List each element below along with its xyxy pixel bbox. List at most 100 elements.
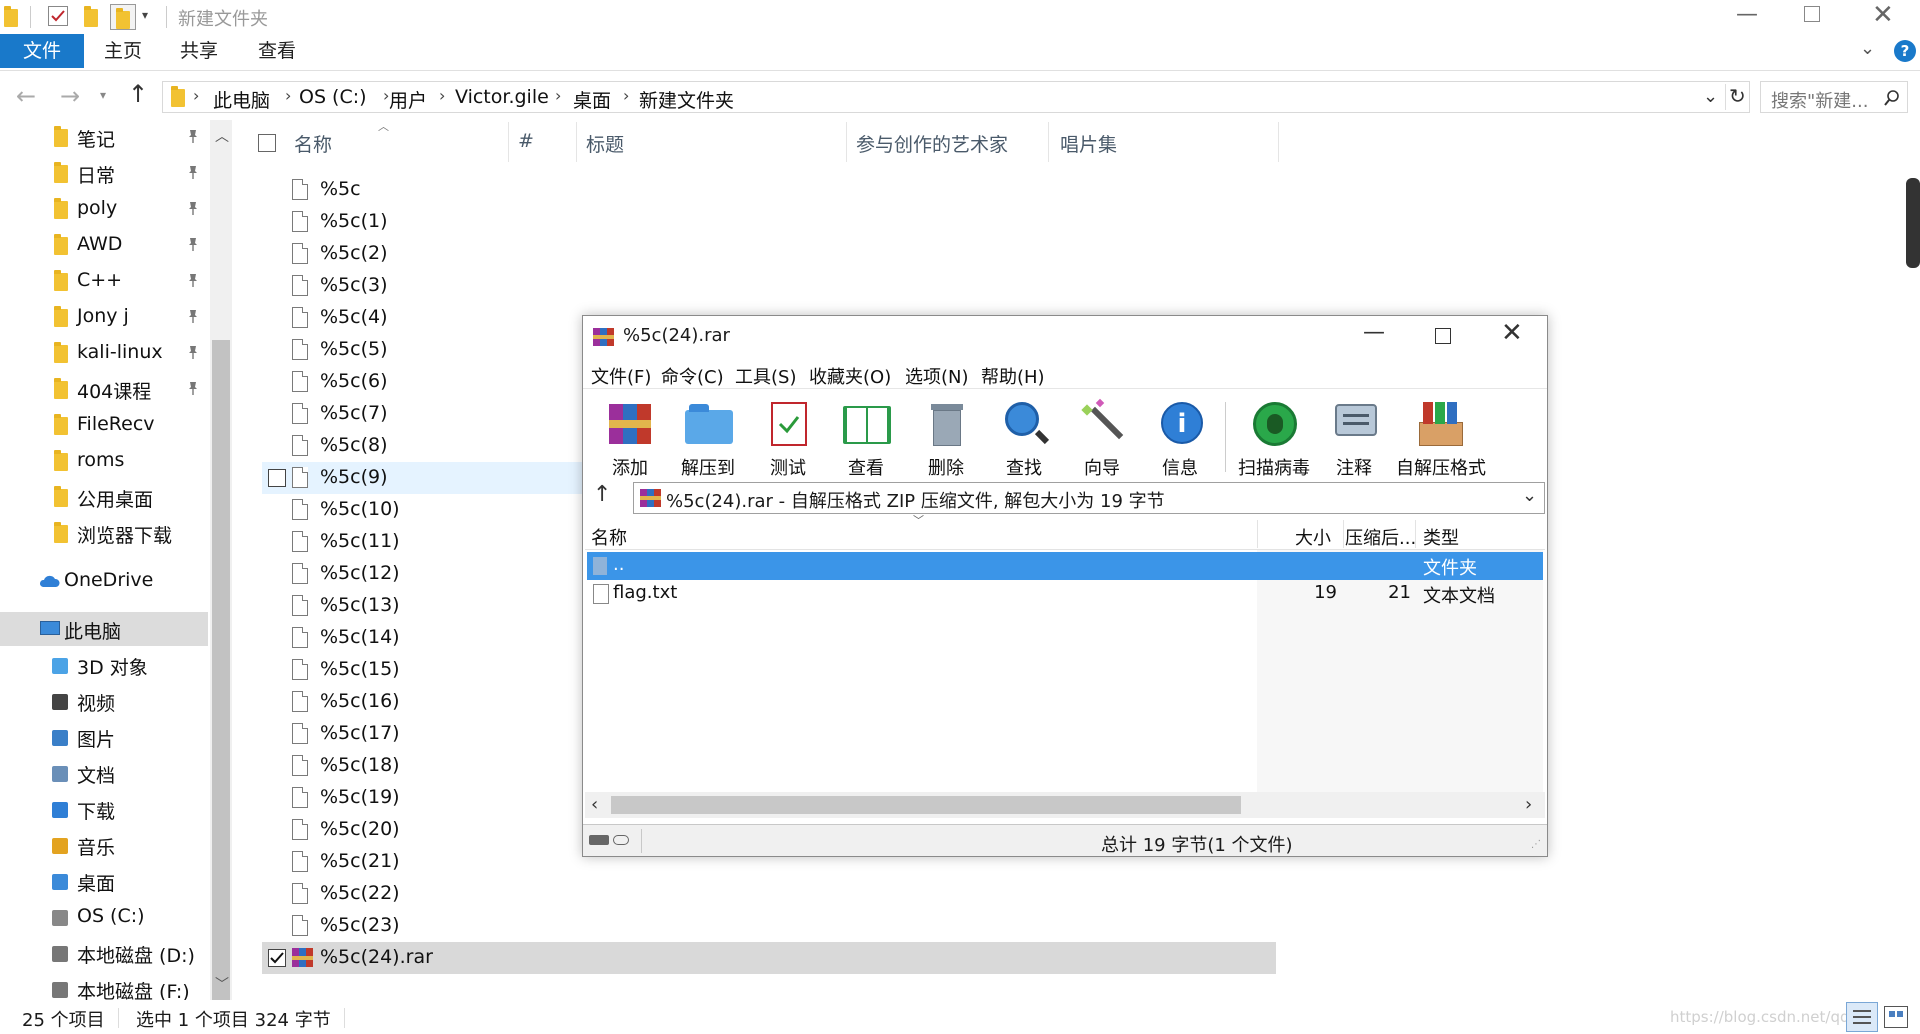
divider	[583, 388, 1547, 389]
winrar-window: %5c(24).rar — ✕ ↑ %5c(24).rar - 自解压格式 ZI…	[582, 315, 1548, 857]
winrar-menu-item[interactable]: 文件(F)	[591, 363, 651, 389]
virus-scan-icon	[1251, 400, 1299, 448]
file-icon	[292, 563, 308, 584]
file-row[interactable]: %5c(2)	[262, 238, 1082, 270]
winrar-row-name: ..	[613, 554, 625, 575]
winrar-tool-label: 测试	[770, 458, 806, 479]
file-name: %5c(11)	[320, 530, 400, 552]
row-checkbox[interactable]	[268, 949, 286, 967]
winrar-close-button[interactable]: ✕	[1501, 318, 1523, 348]
file-icon	[292, 755, 308, 776]
up-folder-icon	[593, 557, 607, 575]
winrar-tool-button[interactable]: 测试	[749, 398, 827, 480]
winrar-tool-button[interactable]: 自解压格式	[1393, 398, 1489, 480]
winrar-tool-button[interactable]: i 信息	[1141, 398, 1219, 480]
file-icon	[292, 307, 308, 328]
file-row[interactable]: %5c(9)	[262, 462, 582, 494]
winrar-menu-item[interactable]: 工具(S)	[735, 363, 796, 389]
file-icon	[292, 403, 308, 424]
file-row[interactable]: %5c(1)	[262, 206, 1082, 238]
winrar-title: %5c(24).rar	[623, 325, 730, 346]
winrar-menu-item[interactable]: 帮助(H)	[981, 363, 1045, 389]
file-icon	[292, 691, 308, 712]
row-checkbox[interactable]	[268, 469, 286, 487]
winrar-column-packed[interactable]: 压缩后...	[1345, 524, 1416, 550]
winrar-tool-label: 注释	[1336, 458, 1372, 479]
winrar-tool-button[interactable]: 向导	[1063, 398, 1141, 480]
watermark: https://blog.csdn.net/qq_	[1670, 1008, 1857, 1026]
file-icon	[292, 531, 308, 552]
file-name: %5c(24).rar	[320, 946, 433, 968]
winrar-up-button[interactable]: ↑	[593, 482, 611, 507]
winrar-tool-label: 扫描病毒	[1238, 458, 1310, 479]
winrar-tool-button[interactable]: 查看	[827, 398, 905, 480]
toolbar-divider	[1225, 402, 1226, 472]
winrar-app-icon	[593, 326, 615, 348]
file-row[interactable]: %5c(24).rar	[262, 942, 1276, 974]
status-bar: 25 个项目 选中 1 个项目 324 字节 https://blog.csdn…	[0, 1000, 1920, 1034]
winrar-tool-button[interactable]: 扫描病毒	[1235, 398, 1313, 480]
file-icon	[292, 627, 308, 648]
winrar-path-bar[interactable]: %5c(24).rar - 自解压格式 ZIP 压缩文件, 解包大小为 19 字…	[633, 482, 1545, 514]
comment-icon	[1331, 400, 1379, 448]
winrar-row-name: flag.txt	[613, 582, 678, 603]
file-row[interactable]: %5c	[262, 174, 1082, 206]
archive-icon	[640, 489, 662, 509]
scroll-right-icon[interactable]: ›	[1525, 794, 1532, 815]
selection-info: 选中 1 个项目 324 字节	[136, 1010, 331, 1031]
large-icons-view-button[interactable]	[1884, 1006, 1908, 1028]
file-icon	[292, 243, 308, 264]
delete-icon	[923, 400, 971, 448]
winrar-menu-item[interactable]: 命令(C)	[661, 363, 724, 389]
file-icon	[292, 819, 308, 840]
winrar-menu-item[interactable]: 收藏夹(O)	[809, 363, 891, 389]
file-icon	[292, 659, 308, 680]
file-icon	[292, 339, 308, 360]
winrar-tool-button[interactable]: 查找	[985, 398, 1063, 480]
winrar-row-size: 19	[1314, 582, 1337, 603]
file-icon	[292, 371, 308, 392]
winrar-maximize-button[interactable]	[1435, 328, 1451, 344]
winrar-column-type[interactable]: 类型	[1423, 524, 1459, 550]
file-row[interactable]: %5c(22)	[262, 878, 1082, 910]
scroll-left-icon[interactable]: ‹	[591, 794, 598, 815]
winrar-menu-item[interactable]: 选项(N)	[905, 363, 969, 389]
winrar-row-type: 文件夹	[1423, 558, 1477, 579]
winrar-column-name[interactable]: 名称	[591, 524, 627, 550]
divider	[1415, 520, 1416, 548]
file-name: %5c(17)	[320, 722, 400, 744]
winrar-minimize-button[interactable]: —	[1363, 320, 1385, 345]
winrar-list-row[interactable]: .. 文件夹	[587, 552, 1543, 580]
content-scrollbar-thumb[interactable]	[1906, 178, 1920, 268]
file-name: %5c(7)	[320, 402, 388, 424]
winrar-tool-label: 解压到	[681, 458, 735, 479]
file-name: %5c(8)	[320, 434, 388, 456]
winrar-tool-button[interactable]: 注释	[1315, 398, 1393, 480]
winrar-list-row[interactable]: flag.txt 19 21 文本文档	[587, 580, 1543, 608]
wizard-icon	[1079, 398, 1127, 448]
winrar-tool-label: 添加	[612, 458, 648, 479]
extract-to-icon	[685, 400, 733, 448]
file-name: %5c(1)	[320, 210, 388, 232]
divider	[1257, 520, 1258, 548]
file-row[interactable]: %5c(23)	[262, 910, 1082, 942]
file-name: %5c(9)	[320, 466, 388, 488]
winrar-tool-button[interactable]: 删除	[907, 398, 985, 480]
winrar-hscrollbar[interactable]: ‹ ›	[585, 792, 1545, 818]
winrar-path-text: %5c(24).rar - 自解压格式 ZIP 压缩文件, 解包大小为 19 字…	[666, 491, 1165, 512]
file-name: %5c(13)	[320, 594, 400, 616]
winrar-tool-button[interactable]: 添加	[591, 398, 669, 480]
details-view-button[interactable]	[1846, 1002, 1878, 1032]
winrar-tool-label: 删除	[928, 458, 964, 479]
winrar-tool-button[interactable]: 解压到	[669, 398, 747, 480]
winrar-column-size[interactable]: 大小	[1295, 524, 1331, 550]
find-icon	[1001, 400, 1050, 448]
resize-grip-icon[interactable]: ⋰	[1531, 839, 1541, 850]
path-dropdown-icon[interactable]: ⌄	[1522, 485, 1537, 506]
file-name: %5c(18)	[320, 754, 400, 776]
hscrollbar-thumb[interactable]	[611, 796, 1241, 814]
file-icon	[292, 595, 308, 616]
file-row[interactable]: %5c(3)	[262, 270, 1082, 302]
file-name: %5c(15)	[320, 658, 400, 680]
file-name: %5c(5)	[320, 338, 388, 360]
